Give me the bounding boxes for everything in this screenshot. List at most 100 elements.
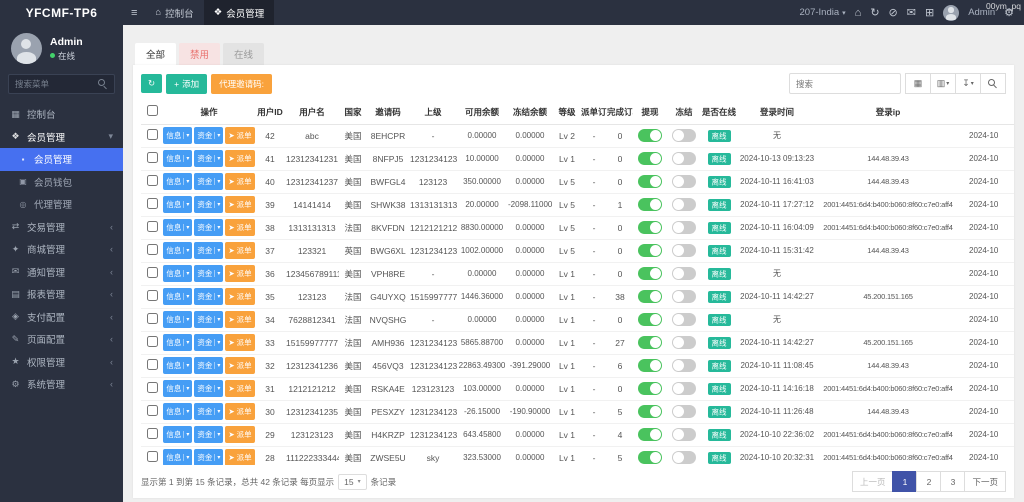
sidebar-item-5[interactable]: ▤报表管理‹ [0,283,123,306]
home-icon[interactable]: ⌂ [855,7,862,19]
info-button[interactable]: 信息▾ [163,334,192,351]
page-button-1[interactable]: 1 [892,471,917,492]
fullscreen-icon[interactable]: ⊞ [925,6,934,19]
message-icon[interactable]: ✉ [907,6,916,19]
dispatch-button[interactable]: ➤派单 [225,127,254,144]
funds-button[interactable]: 资金▾ [194,196,223,213]
sidebar-toggle-icon[interactable]: ≡ [123,7,145,19]
column-header[interactable]: 登录ip [817,100,959,124]
withdraw-toggle[interactable] [638,382,662,395]
grid-view-button[interactable]: ▦ [905,73,931,94]
withdraw-toggle[interactable] [638,290,662,303]
sidebar-subitem-1-2[interactable]: ◎代理管理 [0,193,123,216]
freeze-toggle[interactable] [672,382,696,395]
column-header[interactable]: 完成订单 [607,100,633,124]
freeze-toggle[interactable] [672,129,696,142]
row-checkbox[interactable] [147,336,158,347]
page-button-3[interactable]: 3 [940,471,965,492]
dispatch-button[interactable]: ➤派单 [225,357,254,374]
dispatch-button[interactable]: ➤派单 [225,403,254,420]
dispatch-button[interactable]: ➤派单 [225,150,254,167]
export-button[interactable]: ↧▾ [955,73,981,94]
funds-button[interactable]: 资金▾ [194,265,223,282]
sidebar-item-8[interactable]: ★权限管理‹ [0,351,123,374]
dispatch-button[interactable]: ➤派单 [225,426,254,443]
column-header[interactable]: 注册时间 [959,100,1014,124]
prev-page-button[interactable]: 上一页 [852,471,894,492]
dispatch-button[interactable]: ➤派单 [225,242,254,259]
column-header[interactable]: 等级 [553,100,581,124]
column-header[interactable]: 派单订单 [581,100,607,124]
nav-tab-members[interactable]: ❖ 会员管理 [204,0,275,25]
nav-tab-console[interactable]: ⌂ 控制台 [145,0,203,25]
columns-button[interactable]: ▥▾ [930,73,956,94]
freeze-toggle[interactable] [672,244,696,257]
withdraw-toggle[interactable] [638,405,662,418]
page-size-select[interactable]: 15 ▾ [338,474,366,490]
funds-button[interactable]: 资金▾ [194,242,223,259]
info-button[interactable]: 信息▾ [163,150,192,167]
column-header[interactable]: 用户ID [255,100,285,124]
row-checkbox[interactable] [147,451,158,462]
funds-button[interactable]: 资金▾ [194,334,223,351]
withdraw-toggle[interactable] [638,336,662,349]
info-button[interactable]: 信息▾ [163,380,192,397]
row-checkbox[interactable] [147,198,158,209]
admin-avatar[interactable] [943,5,959,21]
info-button[interactable]: 信息▾ [163,288,192,305]
row-checkbox[interactable] [147,428,158,439]
freeze-toggle[interactable] [672,175,696,188]
funds-button[interactable]: 资金▾ [194,288,223,305]
withdraw-toggle[interactable] [638,451,662,464]
sidebar-item-3[interactable]: ✦商城管理‹ [0,238,123,261]
sidebar-subitem-1-1[interactable]: ▣会员钱包 [0,171,123,194]
funds-button[interactable]: 资金▾ [194,150,223,167]
freeze-toggle[interactable] [672,221,696,234]
withdraw-toggle[interactable] [638,221,662,234]
info-button[interactable]: 信息▾ [163,219,192,236]
column-header[interactable]: 登录时间 [737,100,817,124]
column-header[interactable]: 上级 [409,100,457,124]
clear-cache-icon[interactable]: ⊘ [889,6,898,19]
table-search-input[interactable] [789,73,901,94]
column-header[interactable]: 提现 [633,100,667,124]
page-button-2[interactable]: 2 [916,471,941,492]
freeze-toggle[interactable] [672,405,696,418]
dispatch-button[interactable]: ➤派单 [225,173,254,190]
row-checkbox[interactable] [147,152,158,163]
withdraw-toggle[interactable] [638,198,662,211]
freeze-toggle[interactable] [672,267,696,280]
dispatch-button[interactable]: ➤派单 [225,380,254,397]
info-button[interactable]: 信息▾ [163,311,192,328]
row-checkbox[interactable] [147,129,158,140]
freeze-toggle[interactable] [672,359,696,372]
dispatch-button[interactable]: ➤派单 [225,334,254,351]
dispatch-button[interactable]: ➤派单 [225,311,254,328]
withdraw-toggle[interactable] [638,152,662,165]
tab-all[interactable]: 全部 [135,43,176,65]
tab-disabled[interactable]: 禁用 [179,43,220,65]
funds-button[interactable]: 资金▾ [194,403,223,420]
dispatch-button[interactable]: ➤派单 [225,449,254,465]
funds-button[interactable]: 资金▾ [194,219,223,236]
funds-button[interactable]: 资金▾ [194,311,223,328]
row-checkbox[interactable] [147,267,158,278]
withdraw-toggle[interactable] [638,313,662,326]
funds-button[interactable]: 资金▾ [194,426,223,443]
tab-online[interactable]: 在线 [223,43,264,65]
freeze-toggle[interactable] [672,313,696,326]
funds-button[interactable]: 资金▾ [194,173,223,190]
dispatch-button[interactable]: ➤派单 [225,288,254,305]
next-page-button[interactable]: 下一页 [964,471,1006,492]
sidebar-item-1[interactable]: ❖会员管理▾ [0,126,123,149]
sidebar-item-4[interactable]: ✉通知管理‹ [0,261,123,284]
column-header[interactable]: 冻结余额 [507,100,553,124]
select-all-checkbox[interactable] [147,105,158,116]
column-header[interactable]: 用户名 [285,100,339,124]
freeze-toggle[interactable] [672,451,696,464]
funds-button[interactable]: 资金▾ [194,127,223,144]
row-checkbox[interactable] [147,405,158,416]
dispatch-button[interactable]: ➤派单 [225,196,254,213]
sidebar-item-6[interactable]: ◈支付配置‹ [0,306,123,329]
info-button[interactable]: 信息▾ [163,242,192,259]
